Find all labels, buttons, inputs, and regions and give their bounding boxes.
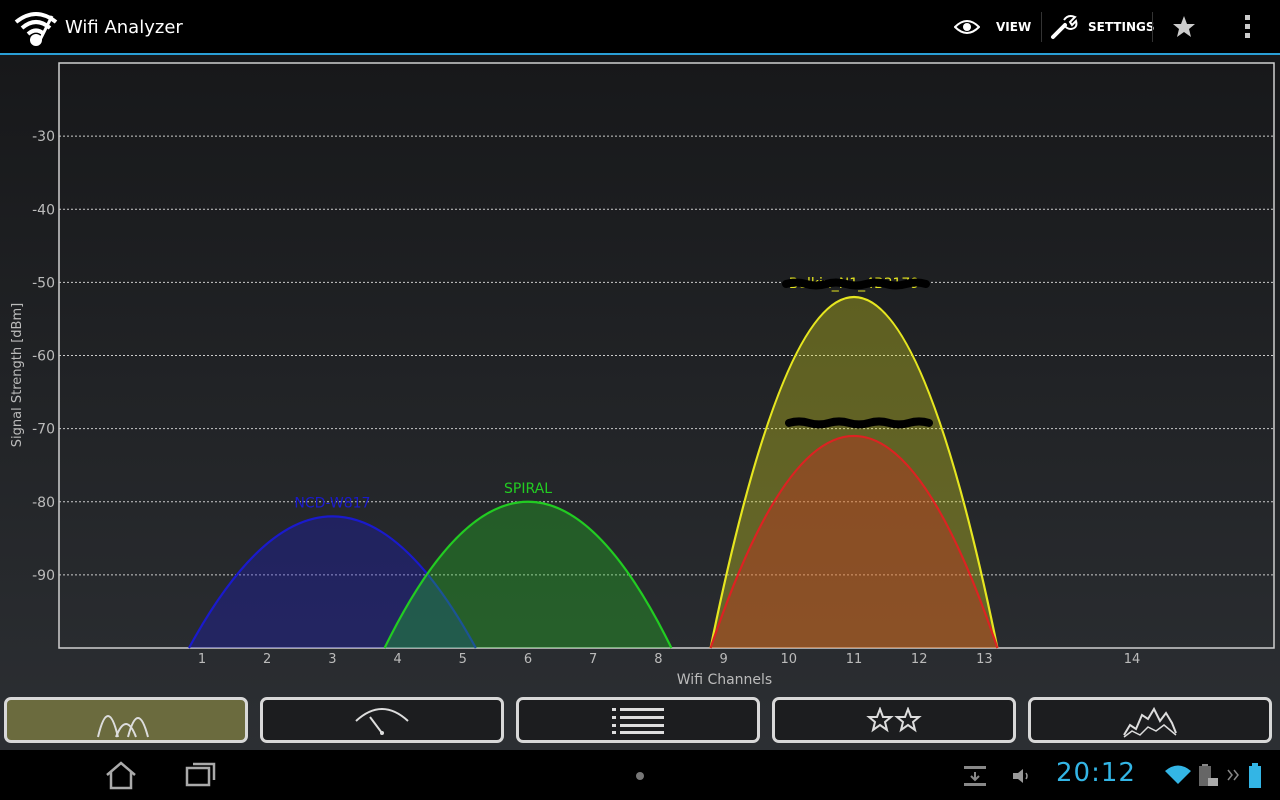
- x-axis-label: Wifi Channels: [677, 672, 772, 688]
- y-tick-label: -70: [32, 422, 55, 438]
- x-tick-label: 8: [654, 652, 662, 667]
- divider: [1152, 12, 1153, 42]
- network-label-spiral: SPIRAL: [504, 481, 552, 497]
- status-clock: 20:12: [1056, 758, 1136, 788]
- y-tick-label: -90: [32, 568, 55, 584]
- divider: [1041, 12, 1042, 42]
- wifi-signal-icon: [1165, 765, 1191, 784]
- y-tick-label: -50: [32, 275, 55, 291]
- x-tick-label: 12: [911, 652, 928, 667]
- y-tick-label: -30: [32, 129, 55, 145]
- x-tick-label: 5: [459, 652, 467, 667]
- signal-meter-icon: [355, 708, 409, 735]
- wrench-icon: [1051, 15, 1078, 39]
- channel-graph-icon: [97, 715, 149, 738]
- recent-apps-icon[interactable]: [185, 760, 217, 788]
- y-tick-label: -60: [32, 349, 55, 365]
- x-tick-label: 2: [263, 652, 271, 667]
- tab-channel-graph[interactable]: [4, 697, 248, 743]
- chevron-double-right-icon: [1227, 769, 1239, 781]
- time-graph-icon: [1123, 706, 1177, 738]
- ap-list-icon: [612, 708, 664, 734]
- view-button[interactable]: VIEW: [954, 0, 1031, 54]
- main-content: -30 -40 -50 -60 -70 -80 -90 1 2 3 4 5 6 7 8 9 10 11 12 13 14…: [0, 55, 1280, 750]
- star-icon: [1173, 16, 1195, 37]
- y-axis-label: Signal Strength [dBm]: [10, 303, 25, 447]
- y-tick-label: -80: [32, 495, 55, 511]
- volume-icon: [1013, 769, 1028, 783]
- action-bar: Wifi Analyzer VIEW SETTINGS: [0, 0, 1280, 54]
- menu-dot-icon[interactable]: [636, 772, 644, 780]
- tab-ap-list[interactable]: [516, 697, 760, 743]
- x-tick-label: 13: [976, 652, 993, 667]
- redaction-scribble: [785, 417, 933, 429]
- wifi-app-icon[interactable]: [12, 8, 60, 48]
- x-tick-label: 1: [198, 652, 206, 667]
- overflow-menu-button[interactable]: [1244, 0, 1252, 54]
- tab-time-graph[interactable]: [1028, 697, 1272, 743]
- overflow-dots-icon: [1245, 15, 1250, 38]
- y-tick-label: -40: [32, 202, 55, 218]
- tab-signal-meter[interactable]: [260, 697, 504, 743]
- x-tick-label: 7: [589, 652, 597, 667]
- settings-button[interactable]: SETTINGS: [1050, 0, 1155, 54]
- x-tick-label: 11: [846, 652, 863, 667]
- download-notification-icon[interactable]: [962, 764, 988, 788]
- x-tick-label: 6: [524, 652, 532, 667]
- settings-label: SETTINGS: [1088, 20, 1155, 34]
- favorite-button[interactable]: [1172, 0, 1196, 54]
- tab-channel-rating[interactable]: [772, 697, 1016, 743]
- redaction-scribble: [782, 278, 930, 290]
- eye-icon: [954, 20, 980, 34]
- keyboard-battery-icon: [1199, 764, 1218, 786]
- x-tick-label: 10: [781, 652, 798, 667]
- app-title: Wifi Analyzer: [65, 17, 183, 38]
- channel-graph[interactable]: -30-40-50-60-70-80-901 2 3 4 5 6 7 8 9 10 11 12 13 14…: [0, 55, 1280, 695]
- x-tick-label: 14: [1124, 652, 1141, 667]
- home-icon[interactable]: [104, 760, 138, 790]
- battery-icon: [1249, 763, 1261, 788]
- x-tick-label: 3: [328, 652, 336, 667]
- channel-rating-icon: [866, 707, 922, 733]
- x-tick-label: 9: [719, 652, 727, 667]
- view-tabs: [0, 695, 1280, 750]
- x-tick-label: 4: [393, 652, 401, 667]
- network-label-ncd-w817: NCD-W817: [294, 495, 370, 511]
- view-label: VIEW: [996, 20, 1032, 34]
